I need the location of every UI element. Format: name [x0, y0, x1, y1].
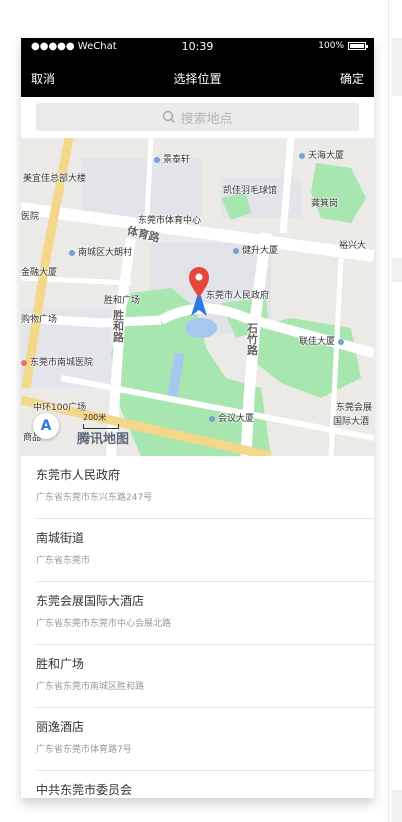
map-view[interactable]: 景泰轩 天海大厦 美宜佳总部大楼 凯佳羽毛球馆 龚箕岗 医院 东莞市体育中心 南…	[21, 138, 374, 456]
result-name: 中共东莞市委员会	[36, 783, 133, 797]
result-address: 广东省东莞市体育路7号	[36, 745, 132, 755]
search-input[interactable]: 搜索地点	[36, 103, 359, 131]
map-label-yiyuan: 医院	[21, 212, 40, 222]
map-label-zhonghuan: 中环100广场	[33, 403, 87, 413]
battery-icon	[348, 42, 368, 50]
search-placeholder: 搜索地点	[180, 111, 233, 127]
map-label-huiyi: 会议大厦	[209, 411, 254, 424]
result-item[interactable]: 丽逸酒店广东省东莞市体育路7号	[36, 708, 374, 771]
nav-bar: 取消 选择位置 确定	[21, 56, 374, 97]
map-label-nancheng-bldg: 南城区大朗村	[69, 245, 132, 258]
map-label-jiansheng: 健升大厦	[233, 243, 278, 256]
side-divider	[388, 0, 389, 822]
road-label-shizhu: 石竹路	[247, 322, 258, 357]
status-bar: ●●●●● WeChat 10:39 100%	[21, 38, 374, 56]
result-address: 广东省东莞市南城区胜和路	[36, 682, 145, 692]
result-list: 东莞市人民政府广东省东莞市东兴东路247号南城街道广东省东莞市东莞会展国际大酒店…	[21, 456, 374, 798]
road-label-shenghe: 胜和路	[113, 309, 124, 344]
navigation-arrow-icon: A	[40, 418, 52, 434]
result-address: 广东省东莞市东兴东路247号	[36, 493, 153, 503]
poi-dot-icon	[233, 247, 239, 254]
map-label-yuxing: 裕兴大	[339, 241, 367, 251]
hospital-icon	[21, 359, 27, 366]
poi-dot-icon	[154, 156, 160, 163]
side-panel-bottom	[392, 790, 402, 822]
battery-percent: 100%	[318, 41, 344, 51]
poi-dot-icon	[299, 152, 305, 159]
locate-me-button[interactable]: A	[33, 413, 59, 439]
result-item[interactable]: 中共东莞市委员会	[36, 771, 374, 798]
map-label-kaijia: 凯佳羽毛球馆	[223, 186, 278, 196]
result-name: 南城街道	[36, 531, 85, 545]
map-label-shenghe-square: 胜和广场	[104, 296, 141, 306]
result-address: 广东省东莞市东莞市中心会展北路	[36, 619, 172, 629]
result-item[interactable]: 南城街道广东省东莞市	[36, 519, 374, 582]
side-panel-top	[392, 38, 402, 96]
poi-dot-icon	[209, 415, 215, 422]
map-label-tianhai: 天海大厦	[299, 148, 344, 161]
result-name: 胜和广场	[36, 657, 85, 671]
map-label-jingyuxuan: 景泰轩	[154, 152, 190, 165]
result-name: 东莞市人民政府	[36, 468, 121, 482]
map-label-nancheng-hosp: 东莞市南城医院	[21, 355, 93, 368]
side-panel-mid	[392, 258, 402, 282]
result-item[interactable]: 胜和广场广东省东莞市南城区胜和路	[36, 645, 374, 708]
map-label-tiyu-center: 东莞市体育中心	[138, 216, 202, 226]
result-name: 东莞会展国际大酒店	[36, 594, 145, 608]
confirm-button[interactable]: 确定	[340, 70, 364, 87]
map-label-dongguan-hui: 东莞会展	[336, 403, 373, 413]
poi-dot-icon	[69, 249, 75, 256]
search-bar: 搜索地点	[21, 97, 374, 138]
search-icon	[163, 110, 176, 124]
result-item[interactable]: 东莞市人民政府广东省东莞市东兴东路247号	[36, 456, 374, 519]
phone-frame: ●●●●● WeChat 10:39 100% 取消 选择位置 确定 搜索地点	[21, 38, 374, 798]
result-address: 广东省东莞市	[36, 556, 91, 566]
map-label-gongji: 龚箕岗	[311, 199, 339, 209]
map-label-lianjia: 联佳大厦	[299, 334, 347, 347]
battery-status: 100%	[318, 41, 368, 51]
result-name: 丽逸酒店	[36, 720, 85, 734]
page-title: 选择位置	[173, 72, 222, 86]
map-label-center: 东莞市人民政府	[206, 291, 270, 301]
map-label-shopping: 购物广场	[21, 315, 58, 325]
poi-dot-icon	[338, 338, 345, 345]
map-scale: 200米	[83, 412, 119, 429]
map-brand-logo: 腾讯地图	[77, 432, 130, 447]
map-label-meiyi: 美宜佳总部大楼	[23, 174, 87, 184]
result-item[interactable]: 东莞会展国际大酒店广东省东莞市东莞市中心会展北路	[36, 582, 374, 645]
map-label-guoji: 国际大酒	[333, 417, 370, 427]
map-label-jinrong: 金融大厦	[21, 268, 58, 278]
